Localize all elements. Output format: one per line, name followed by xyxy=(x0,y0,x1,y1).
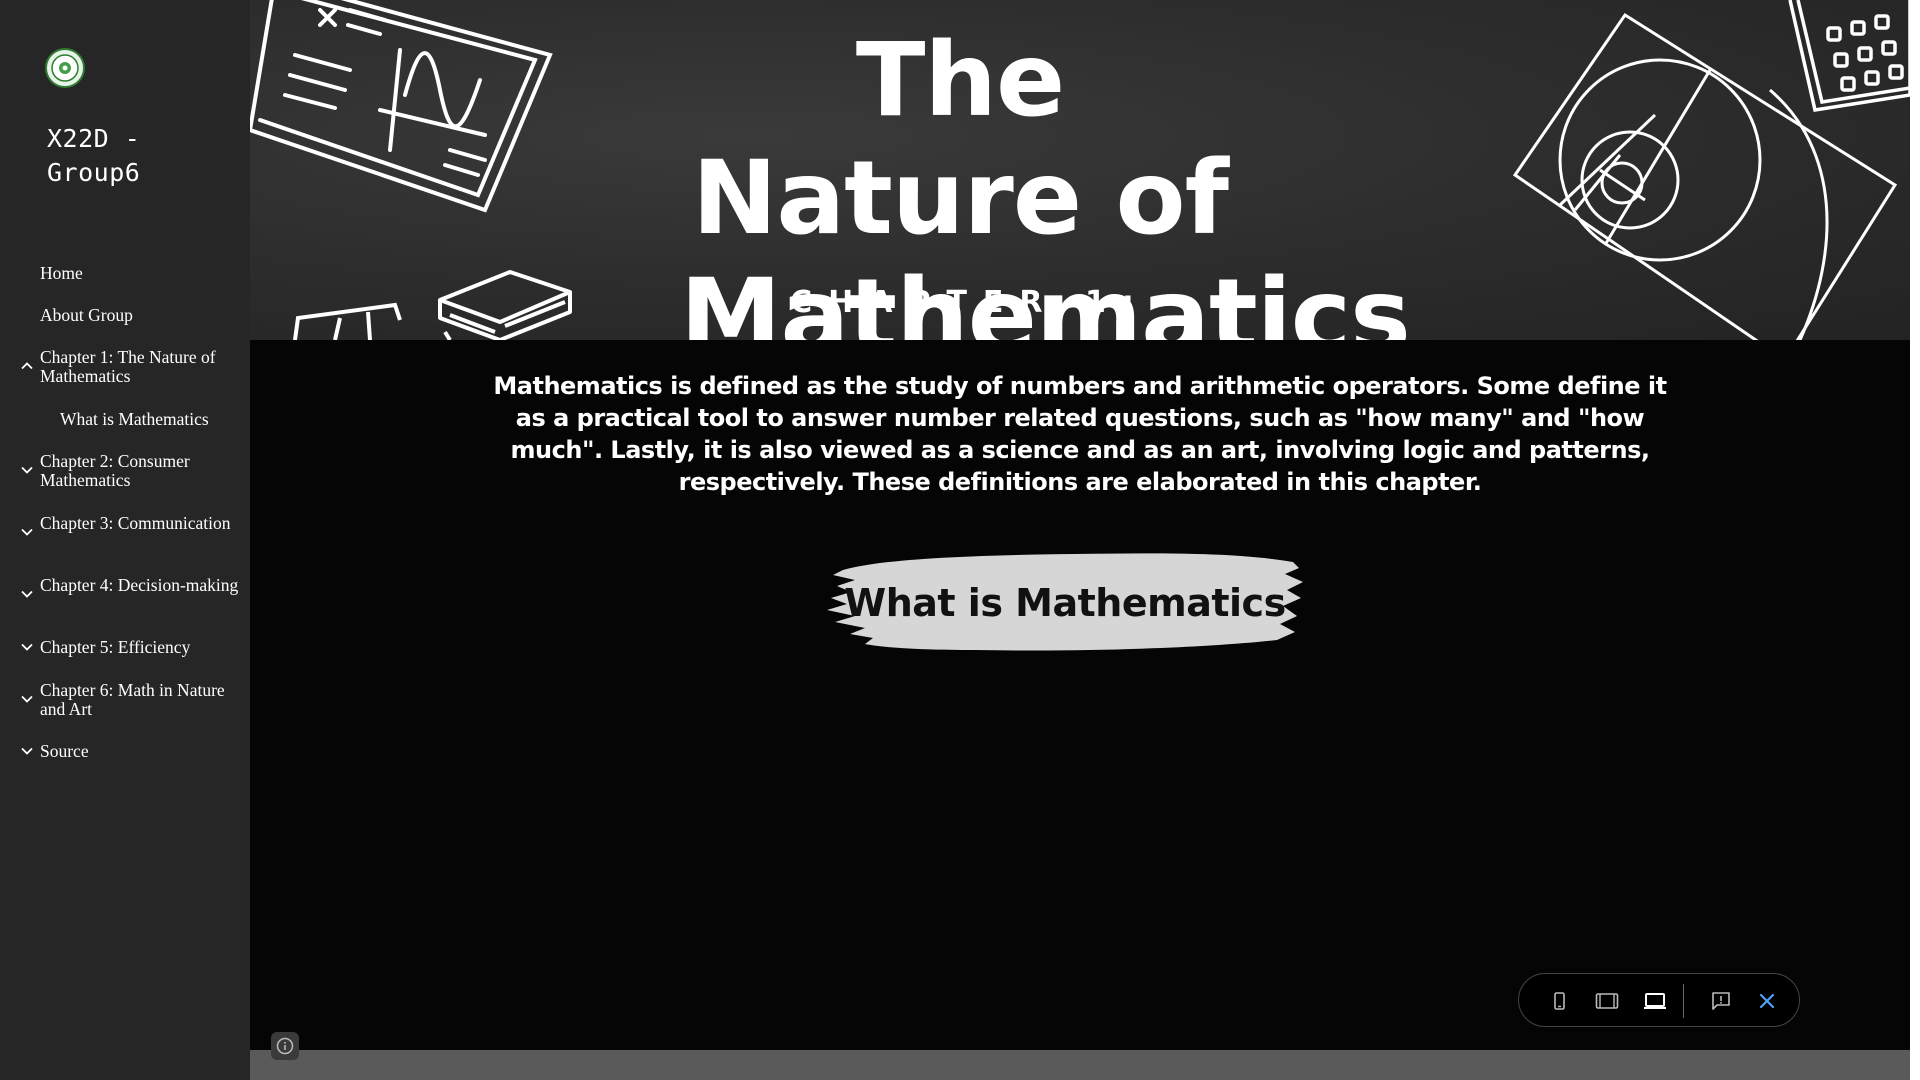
feedback-button[interactable] xyxy=(1707,987,1735,1015)
toolbar-divider xyxy=(1683,984,1684,1018)
sidebar-item-label: Chapter 4: Decision-making xyxy=(40,575,239,595)
phone-view-icon xyxy=(1554,992,1565,1010)
sidebar-item-label: Chapter 1: The Nature of Mathematics xyxy=(40,347,216,386)
site-logo-icon[interactable] xyxy=(45,48,85,88)
chevron-down-icon[interactable] xyxy=(20,692,34,706)
chapter-banner: The Nature of Mathematics CHAPTER 1: xyxy=(250,0,1910,340)
chevron-down-icon[interactable] xyxy=(20,463,34,477)
chalkboard-graph-icon xyxy=(250,0,553,213)
sidebar-item-label: Home xyxy=(40,263,83,283)
chapter-intro-text: Mathematics is defined as the study of n… xyxy=(493,372,1667,496)
sidebar-item-label: Chapter 3: Communication xyxy=(40,513,231,533)
site-title[interactable]: X22D - Group6 xyxy=(47,122,237,190)
easel-icon xyxy=(293,302,402,340)
tablet-view-button[interactable] xyxy=(1593,987,1621,1015)
laptop-view-icon xyxy=(1644,993,1666,1009)
chevron-down-icon[interactable] xyxy=(20,640,34,654)
laptop-view-button[interactable] xyxy=(1641,987,1669,1015)
window-edge xyxy=(1910,0,1920,1080)
footer-bar xyxy=(250,1050,1910,1080)
what-is-mathematics-button[interactable]: What is Mathematics xyxy=(825,540,1305,665)
chevron-up-icon[interactable] xyxy=(20,359,34,373)
golden-spiral-icon xyxy=(1512,12,1898,340)
sidebar-item-label: Source xyxy=(40,741,89,761)
books-icon xyxy=(438,270,572,324)
chevron-down-icon[interactable] xyxy=(20,525,34,539)
chevron-down-icon[interactable] xyxy=(20,587,34,601)
main-content: Mathematics is defined as the study of n… xyxy=(250,340,1910,1050)
sidebar-nav: X22D - Group6 Home About Group Chapter 1… xyxy=(0,0,250,1080)
close-preview-button[interactable] xyxy=(1753,987,1781,1015)
tablet-view-icon xyxy=(1595,993,1619,1009)
sidebar-item-label: Chapter 6: Math in Nature and Art xyxy=(40,680,225,719)
what-is-mathematics-button-label: What is Mathematics xyxy=(844,580,1286,625)
chevron-down-icon[interactable] xyxy=(20,744,34,758)
preview-toolbar xyxy=(1518,973,1800,1027)
sidebar-item-label: Chapter 5: Efficiency xyxy=(40,637,191,657)
sidebar-item-label: Chapter 2: Consumer Mathematics xyxy=(40,451,190,490)
info-icon xyxy=(276,1037,294,1055)
feedback-icon xyxy=(1712,992,1730,1010)
phone-view-button[interactable] xyxy=(1545,987,1573,1015)
site-info-button[interactable] xyxy=(271,1032,299,1060)
sidebar-item-label: About Group xyxy=(40,305,133,325)
banner-chapter-label: CHAPTER 1: xyxy=(790,285,1150,320)
close-icon xyxy=(1759,993,1775,1009)
sidebar-item-label: What is Mathematics xyxy=(60,409,209,429)
